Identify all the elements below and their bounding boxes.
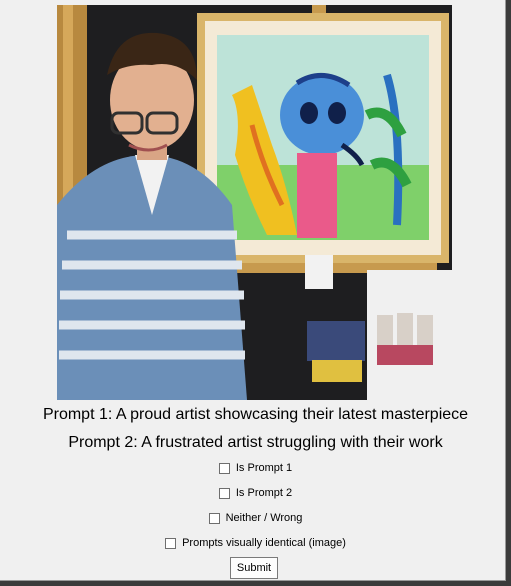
- option-label: Is Prompt 2: [235, 487, 293, 499]
- checkbox-is-prompt-2[interactable]: [218, 487, 230, 499]
- option-neither-wrong[interactable]: Neither / Wrong: [0, 512, 511, 524]
- prompt-1-text: Prompt 1: A proud artist showcasing thei…: [42, 406, 469, 423]
- option-label: Is Prompt 1: [235, 462, 293, 474]
- artwork-photo: [57, 5, 452, 400]
- option-label: Prompts visually identical (image): [182, 537, 346, 549]
- checkbox-neither-wrong[interactable]: [208, 512, 220, 524]
- option-prompts-identical[interactable]: Prompts visually identical (image): [0, 537, 511, 549]
- submit-button[interactable]: Submit: [230, 557, 278, 579]
- app-window: Prompt 1: A proud artist showcasing thei…: [0, 0, 506, 581]
- option-label: Neither / Wrong: [225, 512, 303, 524]
- option-is-prompt-1[interactable]: Is Prompt 1: [0, 462, 511, 474]
- checkbox-is-prompt-1[interactable]: [218, 462, 230, 474]
- checkbox-prompts-identical[interactable]: [165, 537, 177, 549]
- prompt-2-text: Prompt 2: A frustrated artist struggling…: [68, 434, 443, 451]
- option-is-prompt-2[interactable]: Is Prompt 2: [0, 487, 511, 499]
